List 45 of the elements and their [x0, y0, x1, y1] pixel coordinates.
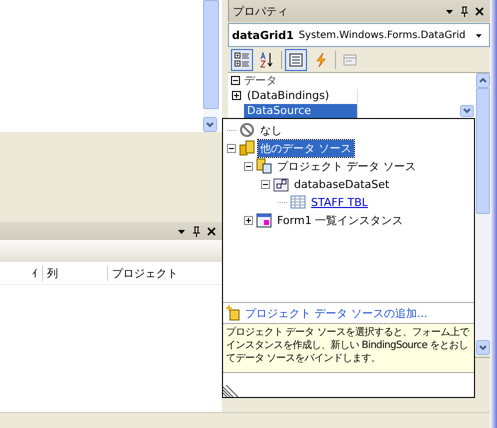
table-icon [290, 195, 306, 209]
collapse-icon[interactable] [261, 180, 270, 188]
categorized-icon [234, 52, 250, 68]
close-icon[interactable] [475, 6, 484, 16]
collapse-icon[interactable] [231, 76, 240, 85]
form-icon [256, 212, 272, 228]
tree-item[interactable]: Form1 一覧インスタンス [275, 212, 406, 228]
panel-title: プロパティ [233, 4, 288, 18]
scroll-down-icon[interactable] [203, 117, 217, 132]
add-data-source-link[interactable]: プロジェクト データ ソースの追加... [245, 306, 428, 320]
pin-icon[interactable] [192, 226, 201, 236]
close-icon[interactable] [207, 226, 216, 236]
expand-icon[interactable] [232, 91, 240, 100]
database-icon [256, 158, 272, 174]
tree-item[interactable]: databaseDataSet [292, 176, 392, 192]
no-entry-icon [239, 122, 255, 138]
tree-item[interactable]: なし [258, 122, 284, 138]
column-header[interactable]: 列 [42, 266, 107, 280]
scrollbar[interactable] [476, 73, 490, 355]
window-icon [342, 52, 358, 68]
scrollbar[interactable] [203, 0, 219, 132]
collapse-icon[interactable] [227, 144, 236, 152]
property-name[interactable]: DataSource [244, 104, 358, 118]
scroll-up-icon[interactable] [476, 73, 490, 88]
pin-icon[interactable] [460, 6, 469, 16]
property-name[interactable]: (DataBindings) [244, 88, 358, 102]
collapse-icon[interactable] [244, 162, 253, 170]
add-database-icon [226, 305, 240, 321]
categorized-button[interactable] [231, 49, 253, 71]
expand-icon[interactable] [244, 216, 253, 224]
resize-grip-icon[interactable] [223, 385, 239, 397]
dataset-icon [273, 176, 289, 192]
tree-item[interactable]: 他のデータ ソース [258, 140, 354, 156]
tree-item[interactable]: プロジェクト データ ソース [275, 158, 418, 174]
category-label: データ [244, 73, 277, 88]
database-icon [239, 140, 255, 156]
table-link[interactable]: STAFF TBL [309, 194, 370, 210]
object-selector[interactable]: dataGrid1 System.Windows.Forms.DataGrid [228, 23, 490, 47]
sort-icon [259, 52, 275, 68]
properties-button[interactable] [285, 49, 307, 71]
scroll-down-icon[interactable] [476, 340, 490, 355]
description-text: プロジェクト データ ソースを選択すると、フォーム上でインスタンスを作成し、新しい BindingSource をとおしてデータ ソースをバインドします。 [223, 324, 474, 373]
dropdown-button[interactable] [460, 104, 474, 116]
list-icon [288, 52, 304, 68]
column-header[interactable]: ｲ [8, 266, 42, 280]
